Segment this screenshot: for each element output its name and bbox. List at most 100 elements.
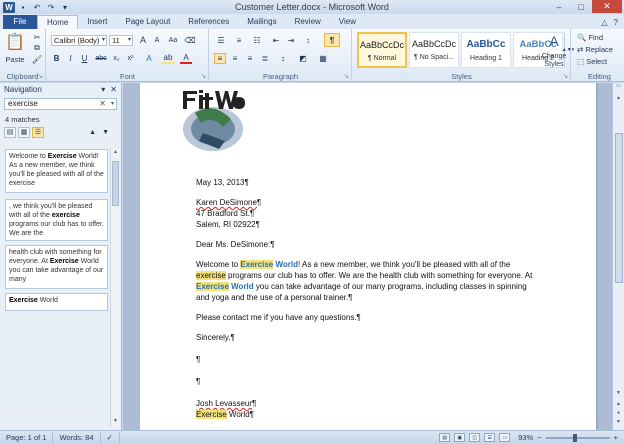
shading-icon[interactable]: ◩ — [296, 53, 310, 64]
font-size-select[interactable]: 11 ▾ — [109, 35, 133, 46]
tab-review[interactable]: Review — [286, 15, 330, 29]
change-styles-button[interactable]: Change Styles — [534, 51, 574, 71]
align-right-icon[interactable]: ≡ — [244, 53, 256, 64]
select-button[interactable]: ⬚ Select — [577, 56, 622, 66]
document-scrollbar[interactable]: ▭ ▲ ▼ ▲ ● ▼ — [612, 83, 624, 430]
underline-button[interactable]: U — [79, 53, 90, 64]
grow-font-button[interactable]: A — [137, 34, 149, 46]
search-result[interactable]: Welcome to Exercise World! As a new memb… — [5, 149, 108, 193]
font-color-button[interactable]: A — [180, 53, 192, 64]
bullets-icon[interactable]: ☰ — [214, 34, 228, 46]
undo-icon[interactable]: ↶ — [31, 2, 43, 13]
multilevel-list-icon[interactable]: ☷ — [250, 34, 264, 46]
pages-view-icon[interactable]: ▦ — [18, 126, 30, 138]
minimize-ribbon-icon[interactable]: △ — [601, 18, 607, 27]
clear-search-icon[interactable]: ✕ — [99, 99, 106, 109]
search-input[interactable]: exercise ✕ ▾ — [4, 98, 117, 110]
find-button[interactable]: 🔍 Find — [577, 32, 622, 42]
document-text[interactable]: May 13, 2013¶ Karen DeSimone¶ 47 Bradfor… — [196, 177, 541, 420]
print-layout-icon[interactable]: ▤ — [439, 433, 451, 442]
search-result[interactable]: , we think you'll be pleased with all of… — [5, 199, 108, 241]
borders-icon[interactable]: ▦ — [316, 53, 330, 64]
previous-result-icon[interactable]: ▲ — [89, 129, 96, 136]
cut-icon[interactable]: ✂ — [31, 32, 43, 42]
align-left-icon[interactable]: ≡ — [214, 53, 226, 64]
maximize-button[interactable]: □ — [570, 0, 592, 13]
zoom-slider-thumb[interactable] — [573, 433, 578, 442]
zoom-slider[interactable] — [545, 433, 610, 442]
highlight-color-icon[interactable]: ab — [161, 53, 175, 64]
search-options-icon[interactable]: ▾ — [111, 99, 114, 109]
page-count[interactable]: Page: 1 of 1 — [0, 431, 54, 444]
style-no-spacing[interactable]: AaBbCcDc ¶ No Spaci... — [409, 32, 459, 68]
tab-mailings[interactable]: Mailings — [238, 15, 285, 29]
headings-view-icon[interactable]: ▤ — [4, 126, 16, 138]
justify-icon[interactable]: ≣ — [259, 53, 271, 64]
change-case-button[interactable]: Aa — [166, 34, 180, 46]
zoom-in-icon[interactable]: + — [614, 433, 618, 442]
save-icon[interactable]: ▪ — [17, 2, 29, 13]
tab-page-layout[interactable]: Page Layout — [116, 15, 179, 29]
paste-button[interactable]: Paste — [2, 54, 28, 64]
proofing-icon[interactable]: ✓ — [101, 431, 120, 444]
help-icon[interactable]: ? — [614, 18, 618, 27]
clear-formatting-icon[interactable]: ⌫ — [184, 34, 196, 46]
close-button[interactable]: ✕ — [592, 0, 622, 13]
draft-icon[interactable]: ▭ — [499, 433, 511, 442]
increase-indent-icon[interactable]: ⇥ — [285, 34, 297, 46]
styles-launcher-icon[interactable]: ↘ — [563, 73, 568, 80]
search-result[interactable]: health club with something for everyone.… — [5, 245, 108, 289]
strikethrough-icon[interactable]: abc — [95, 53, 107, 64]
tab-file[interactable]: File — [3, 15, 37, 29]
line-spacing-icon[interactable]: ↕ — [276, 53, 290, 64]
close-icon[interactable]: ✕ — [110, 85, 117, 94]
paragraph-launcher-icon[interactable]: ↘ — [344, 73, 349, 80]
paste-icon[interactable]: 📋 — [4, 31, 26, 53]
customize-icon[interactable]: ▾ — [59, 2, 71, 13]
style-normal[interactable]: AaBbCcDc ¶ Normal — [357, 32, 407, 68]
text-effects-icon[interactable]: A — [143, 53, 155, 64]
tab-home[interactable]: Home — [37, 15, 79, 29]
web-layout-icon[interactable]: ◫ — [469, 433, 481, 442]
font-family-select[interactable]: Calibri (Body) ▾ — [51, 35, 107, 46]
minimize-button[interactable]: – — [548, 0, 570, 13]
font-launcher-icon[interactable]: ↘ — [201, 73, 206, 80]
scrollbar-thumb[interactable] — [615, 133, 623, 283]
scrollbar-thumb[interactable] — [112, 161, 119, 206]
change-styles-icon[interactable]: A — [538, 31, 570, 51]
next-result-icon[interactable]: ▼ — [102, 129, 109, 136]
numbering-icon[interactable]: ≡ — [232, 34, 246, 46]
bold-button[interactable]: B — [51, 53, 62, 64]
ruler-toggle-icon[interactable]: ▭ — [613, 83, 624, 93]
results-view-icon[interactable]: ☰ — [32, 126, 44, 138]
align-center-icon[interactable]: ≡ — [229, 53, 241, 64]
document-page[interactable]: May 13, 2013¶ Karen DeSimone¶ 47 Bradfor… — [140, 83, 596, 430]
tab-references[interactable]: References — [179, 15, 238, 29]
scroll-down-icon[interactable]: ▼ — [111, 418, 120, 427]
replace-button[interactable]: ⇄ Replace — [577, 44, 622, 54]
tab-view[interactable]: View — [330, 15, 365, 29]
full-screen-icon[interactable]: ▣ — [454, 433, 466, 442]
redo-icon[interactable]: ↷ — [45, 2, 57, 13]
scroll-up-icon[interactable]: ▲ — [613, 95, 624, 105]
superscript-icon[interactable]: x² — [125, 53, 136, 64]
zoom-level[interactable]: 93% — [518, 433, 533, 442]
outline-icon[interactable]: ☰ — [484, 433, 496, 442]
next-page-icon[interactable]: ▼ — [613, 419, 624, 429]
search-result[interactable]: Exercise World — [5, 293, 108, 311]
style-heading-1[interactable]: AaBbCc Heading 1 — [461, 32, 511, 68]
navigation-scrollbar[interactable]: ▲ ▼ — [110, 149, 120, 427]
format-painter-icon[interactable]: 🖌 — [31, 54, 43, 64]
copy-icon[interactable]: ⧉ — [31, 43, 43, 53]
word-app-icon[interactable]: W — [3, 1, 15, 13]
sort-icon[interactable]: ↕ — [302, 34, 314, 46]
subscript-icon[interactable]: x₂ — [111, 53, 122, 64]
show-hide-button[interactable]: ¶ — [324, 33, 340, 47]
decrease-indent-icon[interactable]: ⇤ — [270, 34, 282, 46]
tab-insert[interactable]: Insert — [78, 15, 116, 29]
pane-options-icon[interactable]: ▾ — [101, 85, 105, 94]
zoom-out-icon[interactable]: − — [537, 433, 541, 442]
word-count[interactable]: Words: 84 — [53, 431, 101, 444]
scroll-down-icon[interactable]: ▼ — [613, 390, 624, 400]
italic-button[interactable]: I — [65, 53, 76, 64]
